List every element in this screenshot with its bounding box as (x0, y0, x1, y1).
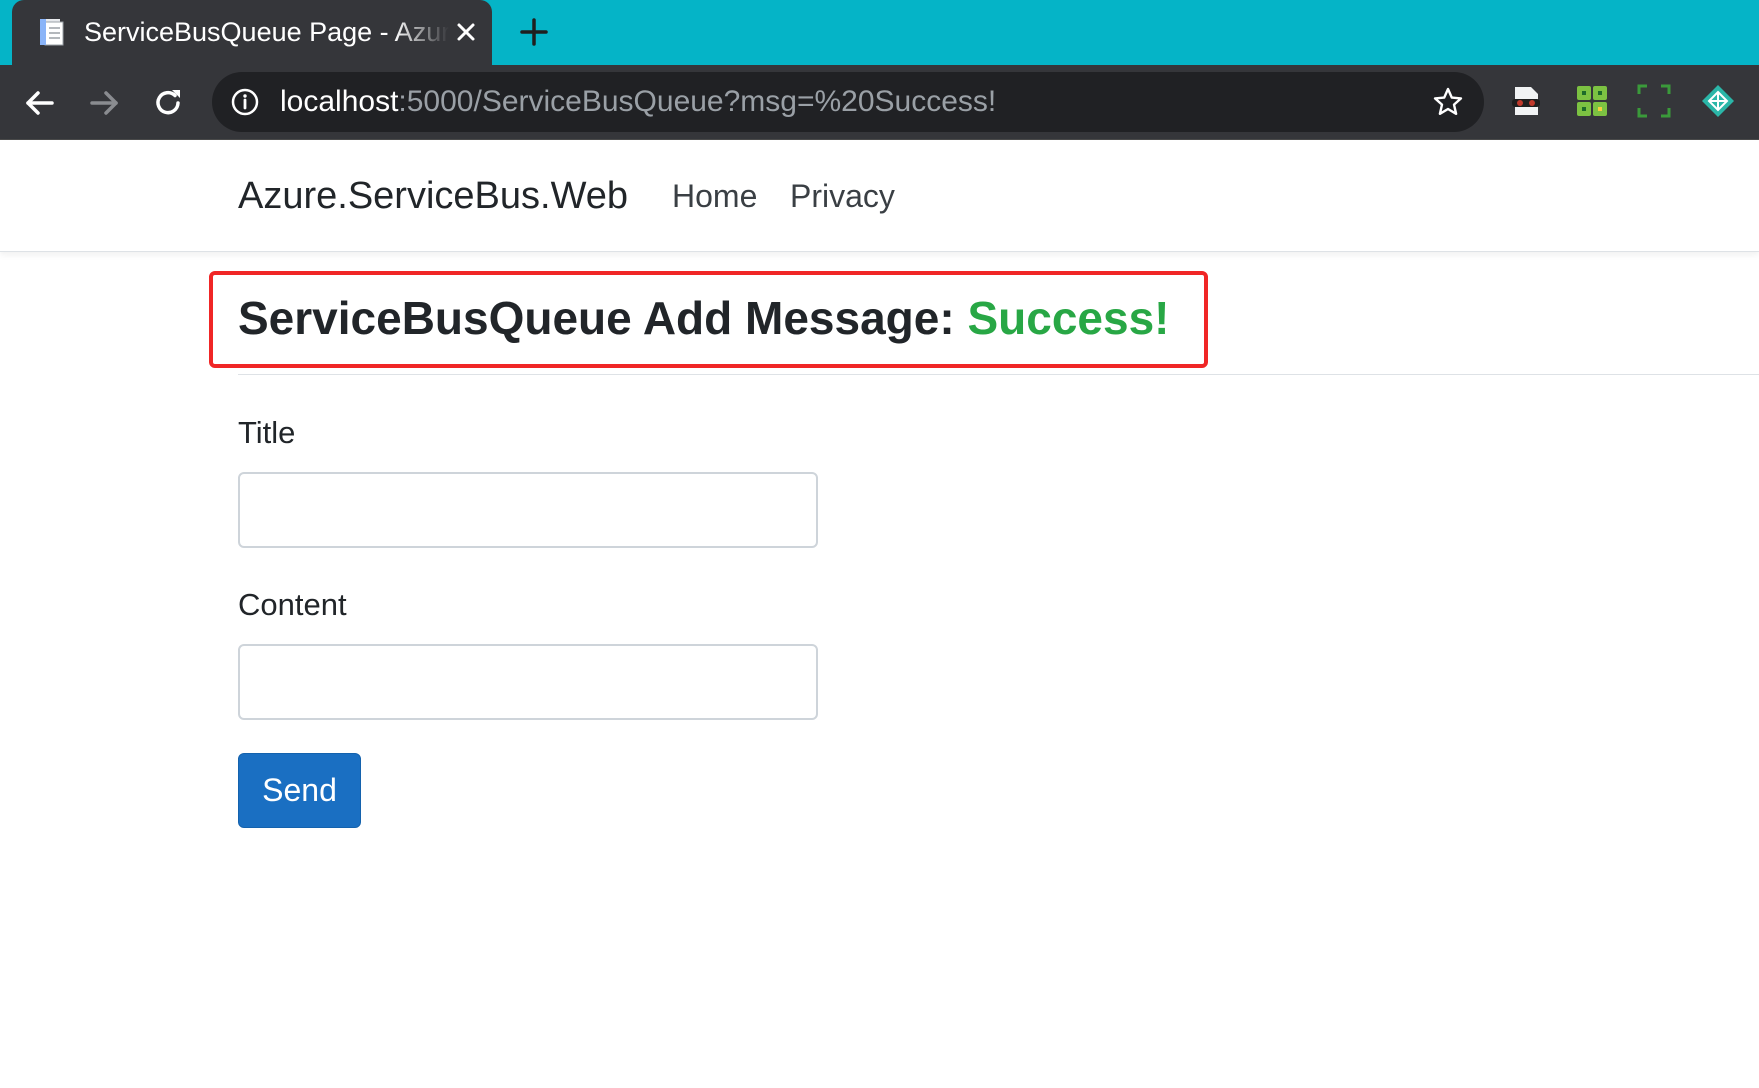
tab-title: ServiceBusQueue Page - Azure.ServiceBus.… (84, 17, 449, 47)
page-heading: ServiceBusQueue Add Message: Success! (238, 283, 1169, 353)
diamond-extension-icon[interactable] (1700, 83, 1736, 119)
success-status: Success! (967, 292, 1170, 344)
grid-extension-icon[interactable] (1574, 83, 1610, 119)
back-arrow-icon[interactable] (18, 81, 62, 125)
forward-arrow-icon[interactable] (82, 81, 126, 125)
title-input[interactable] (238, 472, 818, 548)
reload-icon[interactable] (146, 81, 190, 125)
heading-prefix: ServiceBusQueue Add Message: (238, 292, 968, 344)
browser-tabstrip: ServiceBusQueue Page - Azure.ServiceBus.… (0, 0, 1759, 65)
send-button[interactable]: Send (238, 753, 361, 828)
content-input[interactable] (238, 644, 818, 720)
site-brand[interactable]: Azure.ServiceBus.Web (238, 140, 628, 252)
site-navbar: Azure.ServiceBus.Web Home Privacy (0, 140, 1759, 252)
screenshot-extension-icon[interactable] (1636, 83, 1672, 119)
close-icon[interactable] (450, 16, 482, 48)
document-icon (40, 19, 64, 46)
browser-toolbar: localhost:5000/ServiceBusQueue?msg=%20Su… (0, 65, 1759, 139)
url-path: :5000/ServiceBusQueue?msg=%20Success! (398, 85, 997, 118)
title-label: Title (238, 415, 296, 450)
nav-link-home[interactable]: Home (672, 140, 757, 252)
url-host: localhost (280, 85, 399, 118)
url-text[interactable]: localhost:5000/ServiceBusQueue?msg=%20Su… (280, 72, 996, 132)
nav-link-privacy[interactable]: Privacy (790, 140, 895, 252)
heading-divider (238, 374, 1759, 375)
plus-icon[interactable] (516, 14, 552, 50)
browser-tab[interactable]: ServiceBusQueue Page - Azure.ServiceBus.… (12, 0, 492, 65)
address-bar[interactable]: localhost:5000/ServiceBusQueue?msg=%20Su… (212, 72, 1484, 132)
incognito-extension-icon[interactable] (1508, 83, 1544, 119)
star-icon[interactable] (1432, 86, 1464, 118)
info-icon[interactable] (230, 87, 260, 117)
content-label: Content (238, 587, 347, 622)
